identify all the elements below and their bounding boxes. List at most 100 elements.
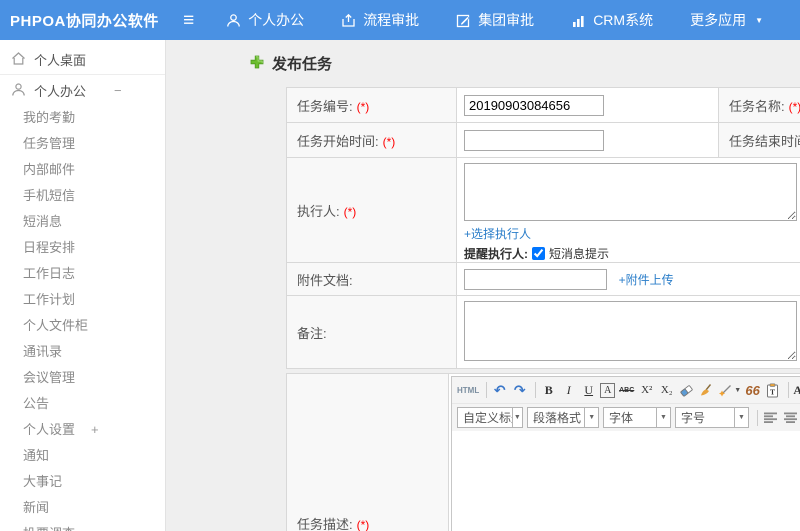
remind-executor-label: 提醒执行人: (464, 247, 528, 261)
nav-crm-system[interactable]: CRM系统 (571, 10, 653, 30)
sidebar-item-short-message[interactable]: 短消息 (0, 209, 165, 235)
sidebar-item-meeting-management[interactable]: 会议管理 (0, 365, 165, 391)
sidebar-item-notice[interactable]: 通知 (0, 443, 165, 469)
heading-style-select[interactable]: 自定义标题▼ (457, 407, 523, 428)
task-description-table: 任务描述: (*) HTML ↶ ↷ B I U A ABC X² X₂ ▼ 6… (286, 373, 800, 531)
nav-label: 个人办公 (248, 12, 305, 28)
nav-more-apps[interactable]: 更多应用 ▼ (690, 10, 763, 30)
sidebar-item-news[interactable]: 新闻 (0, 495, 165, 521)
paragraph-format-select[interactable]: 段落格式 ▼ (527, 407, 599, 428)
sidebar-item-label: 个人办公 (34, 83, 87, 99)
nav-group-approval[interactable]: 集团审批 (456, 10, 534, 30)
attachment-label: 附件文档: (297, 272, 353, 288)
italic-button[interactable]: I (560, 382, 577, 399)
toolbar-separator (757, 409, 758, 426)
sidebar-item-announcement[interactable]: 公告 (0, 391, 165, 417)
executor-textarea[interactable] (464, 163, 797, 221)
sidebar-item-sms[interactable]: 手机短信 (0, 183, 165, 209)
sidebar: 个人桌面 个人办公 − 我的考勤 任务管理 内部邮件 手机短信 短消息 日程安排… (0, 40, 166, 531)
attachment-upload-link[interactable]: +附件上传 (619, 273, 674, 287)
strikethrough-button[interactable]: ABC (618, 382, 635, 399)
html-source-button[interactable]: HTML (457, 382, 479, 399)
sidebar-item-internal-mail[interactable]: 内部邮件 (0, 157, 165, 183)
page-title-text: 发布任务 (272, 56, 333, 73)
top-nav: 个人办公 流程审批 集团审批 CRM系统 更多应用 ▼ (226, 10, 800, 30)
remark-textarea[interactable] (464, 301, 797, 361)
sidebar-item-personal-files[interactable]: 个人文件柜 (0, 313, 165, 339)
blockquote-button[interactable]: 66 (744, 382, 761, 399)
task-number-input[interactable] (464, 94, 604, 116)
nav-label: 流程审批 (363, 12, 420, 28)
editor-content-area[interactable] (452, 431, 800, 531)
caret-down-icon: ▼ (734, 408, 748, 427)
font-color-button[interactable]: A▼ (793, 382, 800, 399)
sidebar-item-personal-settings[interactable]: 个人设置 + (0, 417, 165, 443)
required-mark: (*) (343, 204, 357, 219)
nav-personal-office[interactable]: 个人办公 (226, 10, 304, 30)
sidebar-item-work-plan[interactable]: 工作计划 (0, 287, 165, 313)
char-border-button[interactable]: A (600, 382, 616, 398)
start-time-input[interactable] (464, 129, 604, 151)
expand-icon[interactable]: + (91, 422, 99, 437)
editor-toolbar-row2: 自定义标题▼ 段落格式▼ 字体▼ 字号▼ (452, 404, 800, 431)
caret-down-icon: ▼ (755, 15, 763, 25)
redo-button[interactable]: ↷ (511, 382, 528, 399)
editor-toolbar-row1: HTML ↶ ↷ B I U A ABC X² X₂ ▼ 66 T A (452, 377, 800, 404)
magic-wand-icon[interactable]: ▼ (718, 382, 741, 399)
paste-icon[interactable]: T (764, 382, 781, 399)
bold-button[interactable]: B (540, 382, 557, 399)
bar-chart-icon (571, 13, 586, 28)
sidebar-item-contacts[interactable]: 通讯录 (0, 339, 165, 365)
user-icon (226, 13, 241, 28)
required-mark: (*) (356, 99, 370, 114)
nav-label: 集团审批 (478, 12, 535, 28)
required-mark: (*) (788, 99, 800, 114)
toolbar-separator (788, 382, 790, 398)
topbar: PHPOA协同办公软件 ≡ 个人办公 流程审批 集团审批 CRM系统 更多应用 … (0, 0, 800, 40)
nav-process-approval[interactable]: 流程审批 (341, 10, 419, 30)
page-title: 发布任务 (250, 53, 800, 74)
subscript-button[interactable]: X₂ (658, 382, 675, 399)
sidebar-item-personal-desktop[interactable]: 个人桌面 (0, 44, 165, 74)
caret-down-icon: ▼ (511, 408, 522, 427)
rich-text-editor: HTML ↶ ↷ B I U A ABC X² X₂ ▼ 66 T A 自定义标… (451, 376, 800, 531)
task-form-table: 任务编号:(*) 任务名称:(*) 任务开始时间:(*) 任务结束时间:(*) … (286, 87, 800, 369)
undo-button[interactable]: ↶ (491, 382, 508, 399)
row-executor: 执行人: (*) +选择执行人 提醒执行人: 短消息提示 (286, 157, 800, 263)
sidebar-item-label: 个人桌面 (34, 52, 87, 68)
row-task-time: 任务开始时间:(*) 任务结束时间:(*) (286, 122, 800, 158)
attachment-input[interactable] (464, 268, 607, 290)
sidebar-item-schedule[interactable]: 日程安排 (0, 235, 165, 261)
font-family-select[interactable]: 字体 ▼ (603, 407, 671, 428)
sidebar-item-personal-office[interactable]: 个人办公 − (0, 75, 165, 105)
align-left-icon[interactable] (762, 409, 779, 426)
sidebar-item-my-attendance[interactable]: 我的考勤 (0, 105, 165, 131)
sms-remind-checkbox[interactable] (532, 247, 545, 260)
sidebar-item-vote[interactable]: 投票调查 (0, 521, 165, 531)
eraser-icon[interactable] (678, 382, 695, 399)
format-brush-icon[interactable] (698, 382, 715, 399)
underline-button[interactable]: U (580, 382, 597, 399)
font-size-select[interactable]: 字号 ▼ (675, 407, 749, 428)
caret-down-icon: ▼ (584, 408, 598, 427)
choose-executor-link[interactable]: +选择执行人 (464, 227, 531, 241)
sidebar-submenu: 我的考勤 任务管理 内部邮件 手机短信 短消息 日程安排 工作日志 工作计划 个… (0, 105, 165, 531)
hamburger-menu-icon[interactable]: ≡ (183, 11, 194, 30)
task-name-label: 任务名称: (729, 98, 785, 114)
edit-square-icon (456, 13, 471, 28)
sidebar-item-milestones[interactable]: 大事记 (0, 469, 165, 495)
align-center-icon[interactable] (782, 409, 799, 426)
sidebar-item-task-management[interactable]: 任务管理 (0, 131, 165, 157)
nav-label: CRM系统 (593, 12, 654, 28)
toolbar-separator (486, 382, 488, 398)
add-icon (250, 55, 264, 73)
nav-label: 更多应用 (690, 12, 747, 28)
superscript-button[interactable]: X² (638, 382, 655, 399)
process-approval-icon (341, 13, 356, 28)
row-task-number: 任务编号:(*) 任务名称:(*) (286, 87, 800, 123)
executor-label: 执行人: (297, 203, 340, 219)
sidebar-item-work-log[interactable]: 工作日志 (0, 261, 165, 287)
app-logo: PHPOA协同办公软件 (10, 12, 159, 30)
remark-label: 备注: (297, 325, 327, 341)
collapse-icon[interactable]: − (114, 83, 122, 98)
